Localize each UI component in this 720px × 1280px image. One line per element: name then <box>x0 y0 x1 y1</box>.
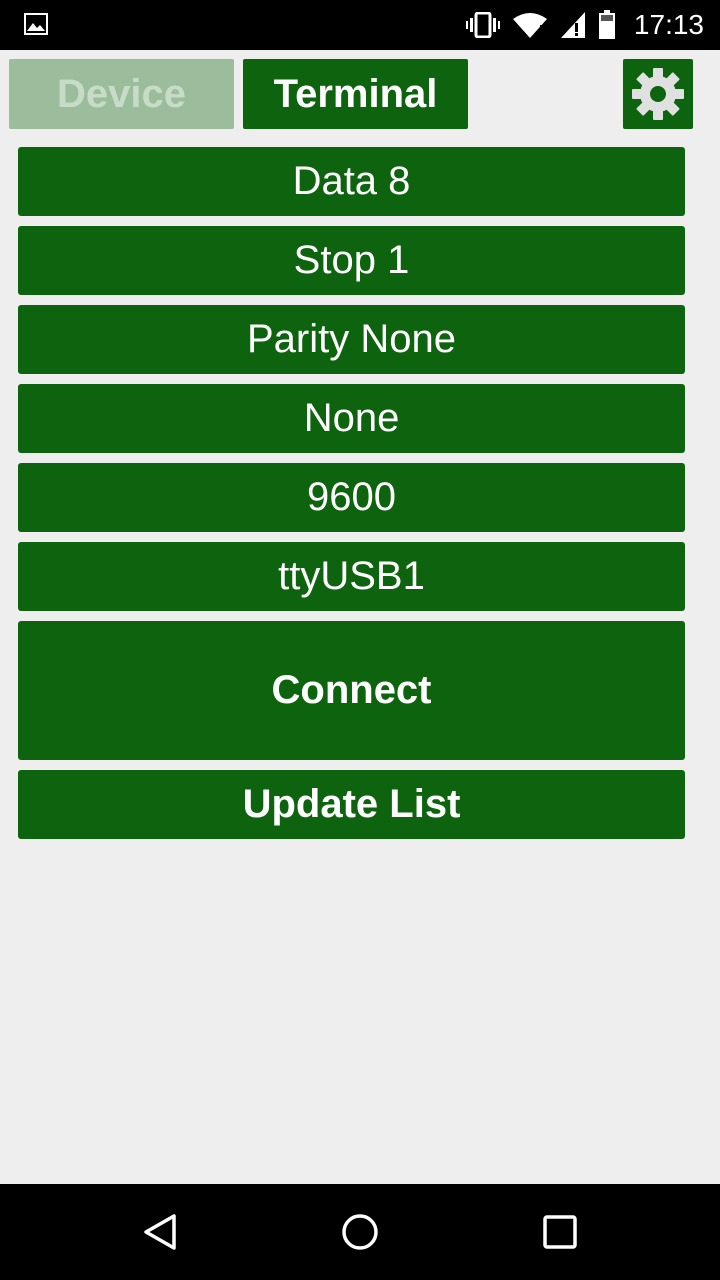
home-icon[interactable] <box>340 1212 380 1252</box>
connect-button[interactable]: Connect <box>18 621 685 760</box>
recent-apps-icon[interactable] <box>540 1212 580 1252</box>
navigation-bar <box>0 1184 720 1280</box>
settings-button[interactable] <box>623 59 693 129</box>
gear-icon <box>630 66 686 122</box>
status-bar: 17:13 <box>0 0 720 50</box>
flow-control-selector[interactable]: None <box>18 384 685 453</box>
serial-settings-panel: Data 8 Stop 1 Parity None None 9600 ttyU… <box>18 147 685 849</box>
tab-terminal[interactable]: Terminal <box>243 59 468 129</box>
status-time: 17:13 <box>633 9 704 40</box>
back-icon[interactable] <box>140 1212 180 1252</box>
vibrate-icon <box>465 12 500 38</box>
stop-bits-selector[interactable]: Stop 1 <box>18 226 685 295</box>
image-notification-icon <box>24 13 48 35</box>
battery-icon <box>598 10 616 40</box>
data-bits-selector[interactable]: Data 8 <box>18 147 685 216</box>
port-selector[interactable]: ttyUSB1 <box>18 542 685 611</box>
baud-rate-selector[interactable]: 9600 <box>18 463 685 532</box>
tab-device[interactable]: Device <box>9 59 234 129</box>
top-tab-bar: Device Terminal <box>0 50 720 140</box>
update-list-button[interactable]: Update List <box>18 770 685 839</box>
wifi-icon <box>512 11 548 39</box>
signal-icon <box>560 11 586 39</box>
parity-selector[interactable]: Parity None <box>18 305 685 374</box>
